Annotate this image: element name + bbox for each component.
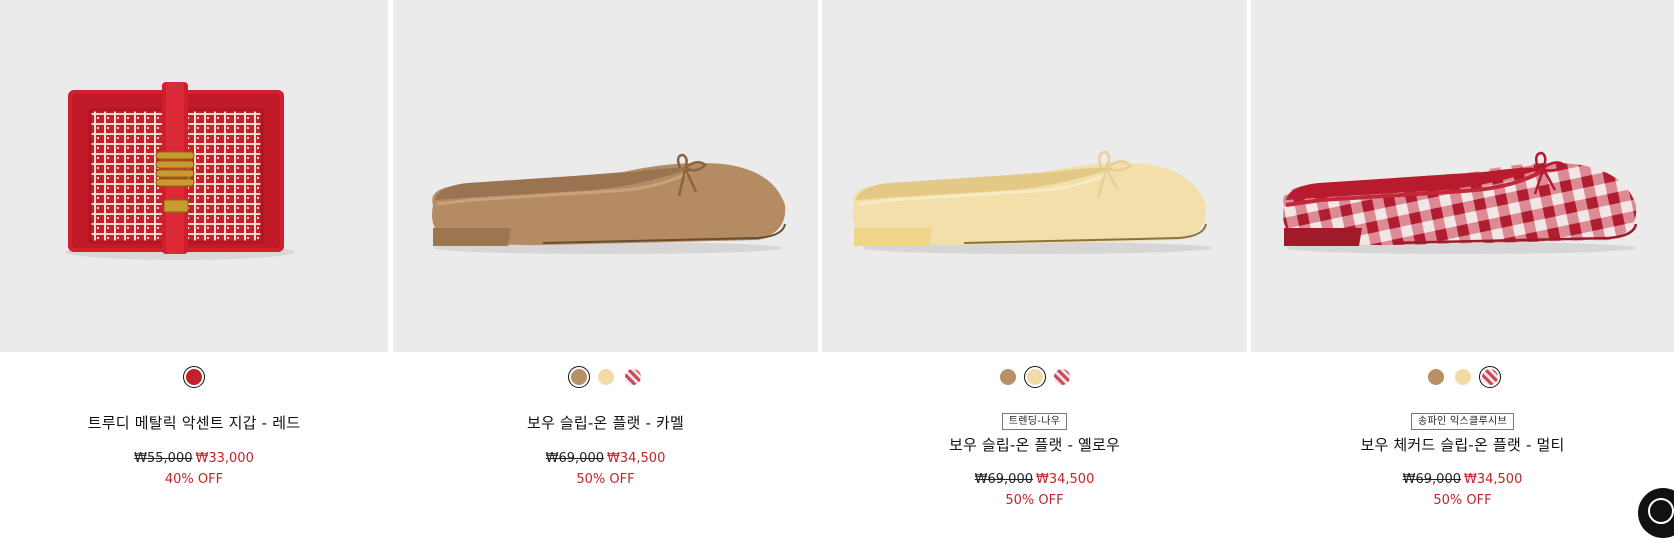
tag-row: 송파인 익스클루시브 — [1251, 413, 1674, 430]
product-card-2[interactable]: 보우 슬립-온 플랫 - 카멜 ₩69,000 ₩34,500 50% OFF — [393, 0, 818, 507]
product-name[interactable]: 보우 체커드 슬립-온 플랫 - 멀티 — [1251, 434, 1674, 455]
discount-label: 40% OFF — [164, 472, 224, 487]
swatch-multi[interactable] — [1051, 366, 1073, 388]
product-price: ₩55,000 ₩33,000 — [0, 451, 388, 466]
swatch-dot — [1053, 369, 1070, 385]
sale-price: ₩34,500 — [1464, 472, 1523, 487]
swatch-yellow[interactable] — [595, 366, 617, 388]
color-swatches — [1251, 366, 1674, 388]
product-price: ₩69,000 ₩34,500 — [393, 451, 818, 466]
product-image-camel-flat[interactable] — [393, 0, 818, 352]
product-card-4[interactable]: 송파인 익스클루시브 보우 체커드 슬립-온 플랫 - 멀티 ₩69,000 ₩3… — [1251, 0, 1674, 508]
swatch-camel[interactable] — [997, 366, 1019, 388]
swatch-dot — [597, 369, 614, 385]
original-price: ₩69,000 — [1402, 472, 1461, 487]
product-grid: 트루디 메탈릭 악센트 지갑 - 레드 ₩55,000 ₩33,000 40% O… — [0, 0, 1674, 508]
original-price: ₩55,000 — [134, 451, 193, 466]
sale-price: ₩34,500 — [1036, 472, 1095, 487]
swatch-dot — [1427, 369, 1444, 385]
product-tag: 트렌딩-나우 — [1001, 413, 1068, 430]
sale-price: ₩34,500 — [607, 451, 666, 466]
chat-icon[interactable] — [1638, 488, 1674, 538]
product-image-checkered-flat[interactable] — [1251, 0, 1674, 352]
original-price: ₩69,000 — [974, 472, 1033, 487]
discount-label: 50% OFF — [1433, 493, 1492, 508]
original-price: ₩69,000 — [545, 451, 604, 466]
wallet-image — [65, 82, 295, 260]
yellow-flat-image — [853, 150, 1212, 254]
discount-label: 50% OFF — [1005, 493, 1064, 508]
product-card-3[interactable]: 트렌딩-나우 보우 슬립-온 플랫 - 옐로우 ₩69,000 ₩34,500 5… — [822, 0, 1247, 508]
swatch-multi[interactable] — [622, 366, 644, 388]
tag-row: 트렌딩-나우 — [822, 413, 1247, 430]
product-tag: 송파인 익스클루시브 — [1411, 413, 1514, 430]
product-name[interactable]: 보우 슬립-온 플랫 - 카멜 — [393, 412, 818, 433]
sale-price: ₩33,000 — [195, 451, 254, 466]
color-swatches — [822, 366, 1247, 388]
discount-label: 50% OFF — [576, 472, 635, 487]
product-price: ₩69,000 ₩34,500 — [822, 472, 1247, 487]
product-name[interactable]: 보우 슬립-온 플랫 - 옐로우 — [822, 434, 1247, 455]
product-name[interactable]: 트루디 메탈릭 악센트 지갑 - 레드 — [0, 412, 388, 433]
swatch-dot — [570, 369, 587, 385]
product-card-1[interactable]: 트루디 메탈릭 악센트 지갑 - 레드 ₩55,000 ₩33,000 40% O… — [0, 0, 388, 507]
swatch-camel[interactable] — [567, 366, 590, 388]
swatch-dot — [624, 369, 641, 385]
swatch-dot — [186, 369, 202, 385]
product-image-wallet[interactable] — [0, 0, 388, 352]
camel-flat-image — [432, 153, 786, 254]
checkered-flat-image — [1283, 151, 1638, 254]
color-swatches — [393, 366, 818, 388]
swatch-yellow[interactable] — [1023, 366, 1046, 388]
swatch-dot — [999, 369, 1016, 385]
product-price: ₩69,000 ₩34,500 — [1251, 472, 1674, 487]
swatch-multi[interactable] — [1478, 366, 1501, 388]
swatch-dot — [1026, 369, 1043, 385]
chat-ring — [1648, 498, 1674, 524]
swatch-yellow[interactable] — [1452, 366, 1474, 388]
swatch-dot — [1454, 369, 1471, 385]
swatch-red[interactable] — [183, 366, 205, 388]
product-image-yellow-flat[interactable] — [822, 0, 1247, 352]
color-swatches — [0, 366, 388, 388]
swatch-camel[interactable] — [1425, 366, 1447, 388]
swatch-dot — [1481, 369, 1498, 385]
